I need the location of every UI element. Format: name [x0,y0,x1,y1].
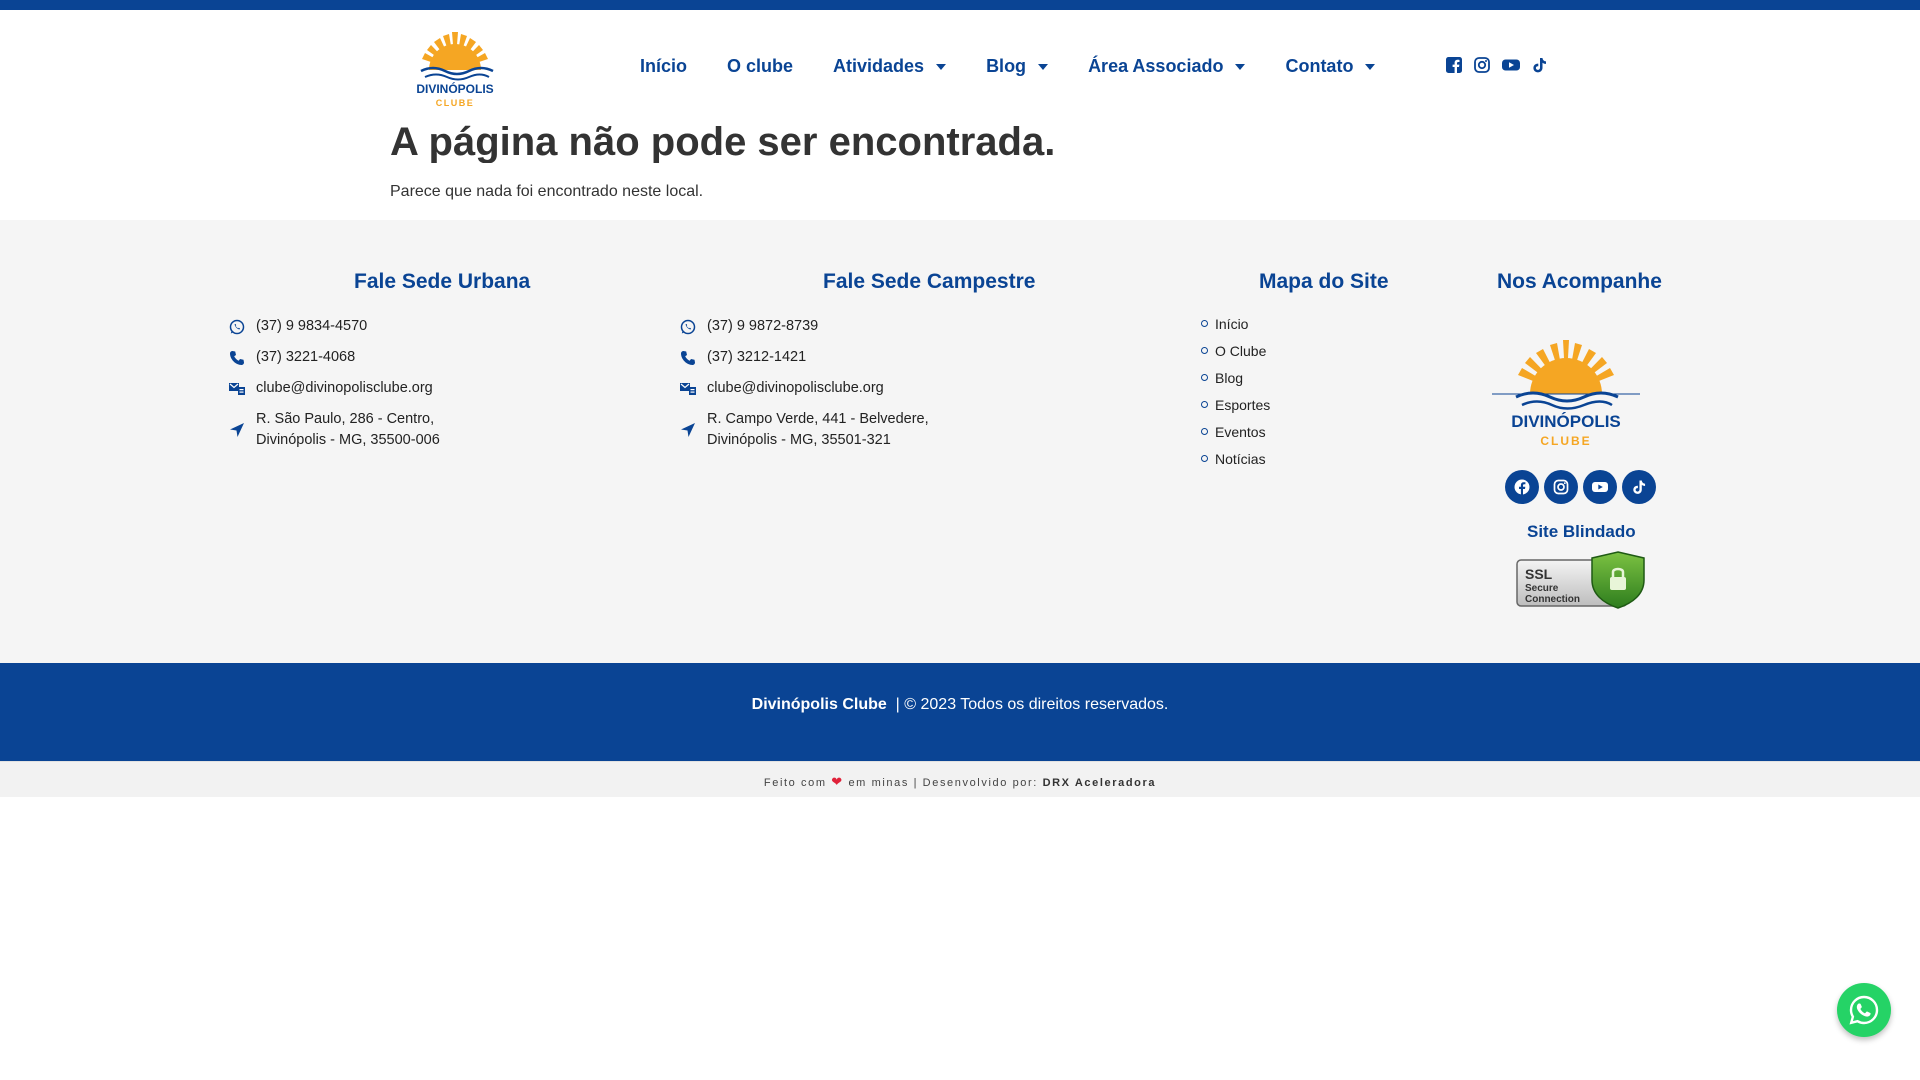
site-footer: Fale Sede Urbana (37) 9 9834-4570 (37) 3… [0,220,1920,663]
whatsapp-icon [679,318,697,336]
club-logo: DIVINÓPOLIS CLUBE [1492,340,1640,448]
bullet-icon [1201,374,1208,381]
error-message: Parece que nada foi encontrado neste loc… [390,183,704,200]
urbana-title: Fale Sede Urbana [354,270,531,293]
follow-title: Nos Acompanhe [1497,270,1662,293]
phone-icon [679,349,697,367]
facebook-icon[interactable] [1446,57,1462,73]
campestre-address[interactable]: R. Campo Verde, 441 - Belvedere, Divinópo… [679,409,929,451]
tiktok-icon[interactable] [1622,470,1656,504]
sitemap-title: Mapa do Site [1259,270,1389,293]
nav-area-associado[interactable]: Área Associado [1088,56,1246,77]
svg-text:DIVINÓPOLIS: DIVINÓPOLIS [1511,412,1621,431]
nav-o-clube[interactable]: O clube [727,56,793,77]
svg-text:CLUBE: CLUBE [1540,434,1591,448]
header-social-links [1446,57,1547,73]
mail-icon [679,380,697,398]
mail-icon [228,380,246,398]
location-arrow-icon [679,421,697,439]
instagram-icon[interactable] [1474,57,1490,73]
bullet-icon [1201,455,1208,462]
svg-text:Secure: Secure [1525,583,1559,594]
campestre-email[interactable]: clube@divinopolisclube.org [679,378,929,399]
urbana-email[interactable]: clube@divinopolisclube.org [228,378,440,399]
sitemap-item-esportes[interactable]: Esportes [1201,391,1270,418]
copyright-bar: Divinópolis Clube | © 2023 Todos os dire… [0,663,1920,761]
sitemap-item-noticias[interactable]: Notícias [1201,445,1270,472]
phone-icon [228,349,246,367]
urbana-whatsapp[interactable]: (37) 9 9834-4570 [228,316,440,337]
youtube-icon[interactable] [1583,470,1617,504]
club-logo[interactable]: DIVINÓPOLIS CLUBE [403,22,507,110]
urbana-address[interactable]: R. São Paulo, 286 - Centro, Divinópolis -… [228,409,440,451]
developer-link[interactable]: DRX Aceleradora [1043,777,1156,789]
chevron-down-icon [1235,64,1246,70]
campestre-contacts: (37) 9 9872-8739 (37) 3212-1421 clube@di… [679,316,929,461]
urbana-phone[interactable]: (37) 3221-4068 [228,347,440,368]
svg-text:SSL: SSL [1525,566,1553,582]
campestre-phone[interactable]: (37) 3212-1421 [679,347,929,368]
sitemap-item-blog[interactable]: Blog [1201,364,1270,391]
urbana-contacts: (37) 9 9834-4570 (37) 3221-4068 clube@di… [228,316,440,461]
chevron-down-icon [1365,64,1376,70]
site-blindado-title: Site Blindado [1527,522,1636,541]
ssl-secure-badge: SSL Secure Connection [1516,551,1645,609]
footer-social-links [1505,470,1656,504]
bullet-icon [1201,347,1208,354]
youtube-icon[interactable] [1502,57,1520,73]
chevron-down-icon [936,64,947,70]
copyright-brand: Divinópolis Clube [751,696,887,713]
nav-contato[interactable]: Contato [1285,56,1376,77]
chevron-down-icon [1038,64,1049,70]
main-nav: Início O clube Atividades Blog Área Asso… [625,48,1415,84]
sitemap-item-o-clube[interactable]: O Clube [1201,337,1270,364]
nav-atividades[interactable]: Atividades [833,56,947,77]
nav-blog[interactable]: Blog [986,56,1049,77]
copyright-text: | © 2023 Todos os direitos reservados. [895,696,1169,713]
heart-icon: ❤ [831,774,844,789]
svg-text:CLUBE: CLUBE [436,98,475,108]
campestre-title: Fale Sede Campestre [823,270,1036,293]
whatsapp-chat-button[interactable] [1837,983,1891,1037]
svg-text:DIVINÓPOLIS: DIVINÓPOLIS [416,81,493,96]
campestre-whatsapp[interactable]: (37) 9 9872-8739 [679,316,929,337]
bullet-icon [1201,320,1208,327]
developer-credit: Feito com ❤ em minas | Desenvolvido por:… [0,761,1920,797]
sitemap-item-inicio[interactable]: Início [1201,310,1270,337]
site-header: DIVINÓPOLIS CLUBE Início O clube Ativida… [0,10,1920,115]
whatsapp-icon [228,318,246,336]
sitemap-list: Início O Clube Blog Esportes Eventos Not… [1201,310,1270,472]
whatsapp-icon [1849,995,1879,1025]
bullet-icon [1201,428,1208,435]
nav-inicio[interactable]: Início [640,56,687,77]
location-arrow-icon [228,421,246,439]
facebook-icon[interactable] [1505,470,1539,504]
instagram-icon[interactable] [1544,470,1578,504]
sitemap-item-eventos[interactable]: Eventos [1201,418,1270,445]
top-accent-bar [0,0,1920,10]
page-title: A página não pode ser encontrada. [390,120,1056,163]
tiktok-icon[interactable] [1532,57,1547,73]
bullet-icon [1201,401,1208,408]
svg-text:Connection: Connection [1525,594,1580,605]
